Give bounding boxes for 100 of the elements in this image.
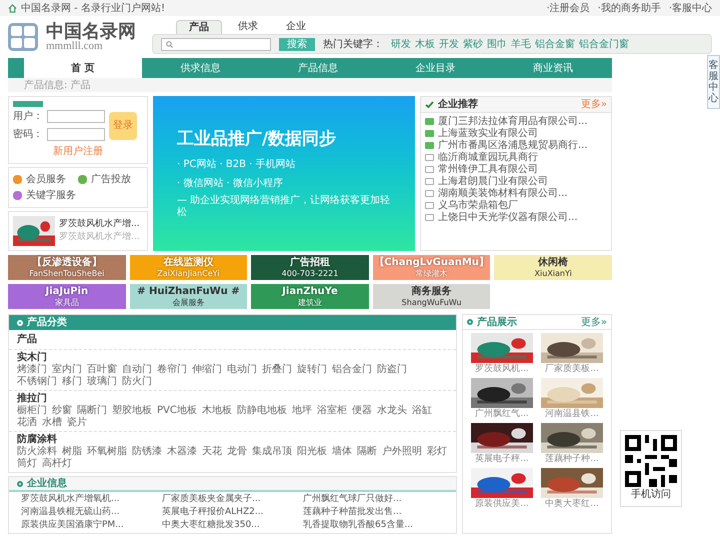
top-link[interactable]: ·我的商务助手 [598,0,661,16]
ad-tile[interactable]: 休闲椅 XiuXianYi [494,255,612,280]
service-link[interactable]: 关键字服务 [26,188,76,203]
category-link[interactable]: 高杆灯 [42,458,72,470]
category-link[interactable]: 纱窗 [52,405,72,417]
keyword-link[interactable]: 铝合金门窗 [579,36,629,52]
category-link[interactable]: 铝合金门 [332,364,372,376]
category-link[interactable]: 便器 [352,405,372,417]
category-link[interactable]: 防火涂料 [17,446,57,458]
company-link[interactable]: 上海君朗晨门业有限公司 [438,174,548,188]
showcase-caption[interactable]: 原装供应美... [475,498,529,510]
category-link[interactable]: 电动门 [227,364,257,376]
nav-item[interactable]: 首 页 [24,58,142,78]
category-link[interactable]: 瓷片 [67,417,87,429]
category-link[interactable]: 折叠门 [262,364,292,376]
ad-tile[interactable]: JiaJuPin 家具品 [8,284,126,309]
category-link[interactable]: 户外照明 [382,446,422,458]
category-link[interactable]: 烤漆门 [17,364,47,376]
category-link[interactable]: 浴室柜 [316,405,347,417]
info-link[interactable]: 河南温县铁棍无硫山药... [21,506,162,519]
top-link[interactable]: ·客服中心 [668,0,712,16]
category-link[interactable]: 地坪 [292,405,312,417]
info-link[interactable]: 厂家质美板夹金属夹子... [162,493,303,506]
side-service-tab[interactable]: 客服中心 [707,55,720,109]
category-link[interactable]: 百叶窗 [87,364,117,376]
category-link[interactable]: 玻璃门 [87,376,117,388]
keyword-link[interactable]: 围巾 [487,36,507,52]
nav-item[interactable]: 商业资讯 [494,58,612,78]
showcase-caption[interactable]: 厂家质美板... [545,363,599,375]
company-link[interactable]: 湖南顺美装饰材料有限公司... [438,186,568,200]
showcase-caption[interactable]: 罗茨鼓风机... [475,363,529,375]
keyword-link[interactable]: 铝合金窗 [535,36,575,52]
showcase-caption[interactable]: 莲藕种子种... [545,453,599,465]
product-title[interactable]: 罗茨鼓风机水产增... [59,218,140,231]
company-link[interactable]: 临沂商城童园玩具商行 [438,150,538,164]
ad-tile[interactable]: 广告招租 400-703-2221 [251,255,369,280]
keyword-link[interactable]: 紫砂 [463,36,483,52]
category-link[interactable]: 自动门 [122,364,152,376]
info-link[interactable]: 原装供应美国酒康宁PM... [21,519,162,532]
category-link[interactable]: 塑胶地板 [112,405,152,417]
category-link[interactable]: 阳光板 [297,446,327,458]
category-link[interactable]: 卷帘门 [157,364,187,376]
category-link[interactable]: 室内门 [52,364,82,376]
username-field[interactable] [47,110,105,123]
nav-item[interactable]: 供求信息 [142,58,260,78]
ad-tile[interactable]: 商务服务 ShangWuFuWu [372,284,490,309]
company-link[interactable]: 厦门三邦法拉体育用品有限公司... [438,114,588,128]
category-link[interactable]: 防静电地板 [236,405,287,417]
category-link[interactable]: 橱柜门 [17,405,47,417]
keyword-link[interactable]: 开发 [439,36,459,52]
more-link[interactable]: 更多» [580,314,607,330]
search-tab[interactable]: 企业 [274,20,318,34]
category-link[interactable]: 筒灯 [17,458,37,470]
info-link[interactable]: 英展电子秤报价ALHZ2... [162,506,303,519]
category-link[interactable]: 龙骨 [227,446,247,458]
category-link[interactable]: 花洒 [17,417,37,429]
ad-tile[interactable]: JianZhuYe 建筑业 [251,284,369,309]
search-tab[interactable]: 产品 [176,20,222,34]
nav-item[interactable]: 产品信息 [259,58,377,78]
info-link[interactable]: 广州飘红气球厂只做好... [303,493,444,506]
company-link[interactable]: 常州锋伊工具有限公司 [438,162,538,176]
company-link[interactable]: 义乌市荣鼎箱包厂 [438,198,518,212]
company-link[interactable]: 广州市番禺区洛浦恳规贸易商行... [438,138,588,152]
showcase-caption[interactable]: 英展电子秤... [475,453,529,465]
category-link[interactable]: 防火门 [122,376,152,388]
category-link[interactable]: 墙体 [332,446,352,458]
category-link[interactable]: 不锈钢门 [17,376,57,388]
showcase-caption[interactable]: 中奥大枣红... [545,498,599,510]
password-field[interactable] [47,128,105,141]
keyword-link[interactable]: 研发 [391,36,411,52]
category-link[interactable]: 树脂 [62,446,82,458]
category-link[interactable]: 木地板 [202,405,232,417]
ad-tile[interactable]: # HuiZhanFuWu # 会展服务 [130,284,248,309]
category-link[interactable]: 旋转门 [297,364,327,376]
category-link[interactable]: 隔断 [357,446,377,458]
category-link[interactable]: PVC地板 [157,405,197,417]
category-link[interactable]: 木器漆 [167,446,197,458]
service-link[interactable]: 广告投放 [91,172,131,187]
category-link[interactable]: 浴缸 [412,405,432,417]
category-link[interactable]: 彩灯 [427,446,447,458]
company-link[interactable]: 上海蓝致实业有限公司 [438,126,538,140]
service-link[interactable]: 会员服务 [26,172,66,187]
search-field[interactable] [161,38,271,50]
search-tab[interactable]: 供求 [226,20,270,34]
category-link[interactable]: 隔断门 [77,405,107,417]
category-link[interactable]: 防锈漆 [132,446,162,458]
nav-item[interactable]: 企业目录 [376,58,494,78]
info-link[interactable]: 罗茨鼓风机水产增氧机... [21,493,162,506]
category-link[interactable]: 防盗门 [377,364,407,376]
keyword-link[interactable]: 木板 [415,36,435,52]
info-link[interactable]: 中奥大枣红糖批发350... [162,519,303,532]
keyword-link[interactable]: 羊毛 [511,36,531,52]
showcase-caption[interactable]: 河南温县铁... [545,408,599,420]
category-link[interactable]: 伸缩门 [192,364,222,376]
top-link[interactable]: ·注册会员 [546,0,590,16]
company-link[interactable]: 上饶日中天光学仪器有限公司... [438,210,578,224]
showcase-caption[interactable]: 广州飘红气... [475,408,529,420]
category-link[interactable]: 环氧树脂 [87,446,127,458]
info-link[interactable]: 莲藕种子种苗批发出售... [303,506,444,519]
category-link[interactable]: 天花 [202,446,222,458]
